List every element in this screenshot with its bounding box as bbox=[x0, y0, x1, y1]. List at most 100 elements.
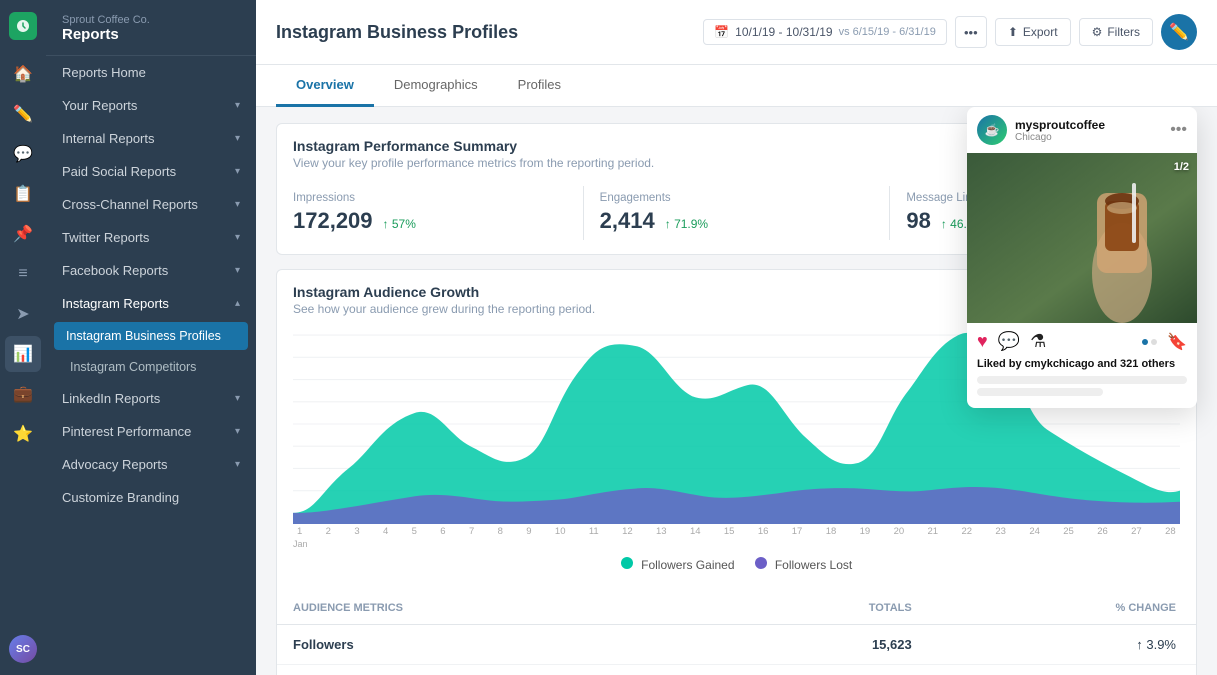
content-area: Instagram Performance Summary View your … bbox=[256, 107, 1217, 675]
audience-growth-subtitle: See how your audience grew during the re… bbox=[293, 302, 595, 316]
main-header: Instagram Business Profiles 📅 10/1/19 - … bbox=[256, 0, 1217, 65]
insta-counter: 1/2 bbox=[1174, 161, 1189, 173]
impressions-value: 172,209 bbox=[293, 208, 373, 234]
caption-line-1 bbox=[977, 376, 1187, 384]
sidebar-sub-item-instagram-competitors[interactable]: Instagram Competitors bbox=[46, 352, 256, 382]
insta-save-icon[interactable]: 🔖 bbox=[1167, 332, 1187, 352]
main-content: Instagram Business Profiles 📅 10/1/19 - … bbox=[256, 0, 1217, 675]
chevron-icon: ▾ bbox=[235, 232, 240, 243]
filters-icon: ⚙ bbox=[1092, 25, 1103, 39]
chevron-up-icon: ▴ bbox=[235, 298, 240, 309]
insta-filter-icon[interactable]: ⚗ bbox=[1030, 331, 1046, 352]
insta-location: Chicago bbox=[1015, 132, 1105, 143]
nav-feed-icon[interactable]: ≡ bbox=[5, 256, 41, 292]
icon-bar: 🏠 ✏️ 💬 📋 📌 ≡ ➤ 📊 💼 ⭐ SC bbox=[0, 0, 46, 675]
nav-inbox-icon[interactable]: 💬 bbox=[5, 136, 41, 172]
date-range-start: 10/1/19 - 10/31/19 bbox=[735, 25, 832, 39]
page-title: Instagram Business Profiles bbox=[276, 22, 518, 43]
engagements-change: ↑ 71.9% bbox=[665, 217, 708, 231]
insta-post-image: 1/2 bbox=[967, 153, 1197, 323]
engagements-value: 2,414 bbox=[600, 208, 655, 234]
row-followers-total: 15,623 bbox=[719, 625, 927, 665]
row-net-follower-growth-label: Net Follower Growth bbox=[277, 665, 719, 675]
sidebar-item-reports-home[interactable]: Reports Home bbox=[46, 56, 256, 89]
date-range-vs: vs 6/15/19 - 6/31/19 bbox=[839, 26, 936, 38]
dot-2 bbox=[1151, 339, 1157, 345]
insta-more-options[interactable]: ••• bbox=[1170, 121, 1187, 139]
table-row: Followers 15,623 ↑ 3.9% bbox=[277, 625, 1196, 665]
sidebar-sub-item-instagram-business-profiles[interactable]: Instagram Business Profiles bbox=[54, 322, 248, 350]
sidebar-item-cross-channel-reports[interactable]: Cross-Channel Reports ▾ bbox=[46, 188, 256, 221]
message-link-clicks-value: 98 bbox=[906, 208, 930, 234]
sidebar-item-twitter-reports[interactable]: Twitter Reports ▾ bbox=[46, 221, 256, 254]
chevron-icon: ▾ bbox=[235, 459, 240, 470]
x-axis-labels: 1234567891011121314151617181920212223242… bbox=[293, 524, 1180, 537]
insta-caption-lines bbox=[967, 376, 1197, 408]
filters-button[interactable]: ⚙ Filters bbox=[1079, 18, 1153, 46]
insta-like-icon[interactable]: ♥ bbox=[977, 331, 988, 352]
nav-briefcase-icon[interactable]: 💼 bbox=[5, 376, 41, 412]
sidebar-item-customize-branding[interactable]: Customize Branding bbox=[46, 481, 256, 514]
chevron-icon: ▾ bbox=[235, 265, 240, 276]
performance-summary-title: Instagram Performance Summary bbox=[293, 138, 654, 154]
chevron-icon: ▾ bbox=[235, 100, 240, 111]
engagements-label: Engagements bbox=[600, 192, 874, 204]
edit-button[interactable]: ✏️ bbox=[1161, 14, 1197, 50]
col-audience-metrics: Audience Metrics bbox=[277, 592, 719, 625]
row-followers-change: ↑ 3.9% bbox=[928, 625, 1196, 665]
row-net-follower-growth-total: 587 bbox=[719, 665, 927, 675]
legend-followers-lost: Followers Lost bbox=[755, 557, 853, 572]
insta-username: mysproutcoffee bbox=[1015, 118, 1105, 132]
caption-line-2 bbox=[977, 388, 1103, 396]
nav-pin-icon[interactable]: 📌 bbox=[5, 216, 41, 252]
sidebar-item-linkedin-reports[interactable]: LinkedIn Reports ▾ bbox=[46, 382, 256, 415]
sidebar-item-your-reports[interactable]: Your Reports ▾ bbox=[46, 89, 256, 122]
chevron-icon: ▾ bbox=[235, 166, 240, 177]
followers-gained-dot bbox=[621, 557, 633, 569]
header-actions: 📅 10/1/19 - 10/31/19 vs 6/15/19 - 6/31/1… bbox=[703, 14, 1197, 50]
audience-metrics-table: Audience Metrics Totals % Change Followe… bbox=[277, 592, 1196, 675]
insta-post-header: ☕ mysproutcoffee Chicago ••• bbox=[967, 107, 1197, 153]
tab-profiles[interactable]: Profiles bbox=[498, 65, 581, 107]
followers-lost-dot bbox=[755, 557, 767, 569]
metric-impressions: Impressions 172,209 ↑ 57% bbox=[277, 186, 584, 240]
export-button[interactable]: ⬆ Export bbox=[995, 18, 1071, 46]
date-range-picker[interactable]: 📅 10/1/19 - 10/31/19 vs 6/15/19 - 6/31/1… bbox=[703, 19, 947, 45]
export-icon: ⬆ bbox=[1008, 25, 1018, 39]
nav-compose-icon[interactable]: ✏️ bbox=[5, 96, 41, 132]
sidebar-item-internal-reports[interactable]: Internal Reports ▾ bbox=[46, 122, 256, 155]
nav-tasks-icon[interactable]: 📋 bbox=[5, 176, 41, 212]
calendar-icon: 📅 bbox=[714, 25, 729, 39]
insta-header-left: ☕ mysproutcoffee Chicago bbox=[977, 115, 1105, 145]
legend-followers-gained: Followers Gained bbox=[621, 557, 735, 572]
metric-engagements: Engagements 2,414 ↑ 71.9% bbox=[584, 186, 891, 240]
sidebar-item-paid-social-reports[interactable]: Paid Social Reports ▾ bbox=[46, 155, 256, 188]
instagram-post-overlay: ☕ mysproutcoffee Chicago ••• bbox=[967, 107, 1197, 408]
app-logo[interactable] bbox=[9, 12, 37, 40]
nav-reports-icon[interactable]: 📊 bbox=[5, 336, 41, 372]
tab-demographics[interactable]: Demographics bbox=[374, 65, 498, 107]
row-net-follower-growth-change: ↑ 37.8% bbox=[928, 665, 1196, 675]
performance-summary-subtitle: View your key profile performance metric… bbox=[293, 156, 654, 170]
sidebar: Sprout Coffee Co. Reports Reports Home Y… bbox=[46, 0, 256, 675]
tab-overview[interactable]: Overview bbox=[276, 65, 374, 107]
nav-home-icon[interactable]: 🏠 bbox=[5, 56, 41, 92]
dot-1 bbox=[1142, 339, 1148, 345]
x-axis-month: Jan bbox=[293, 539, 1180, 549]
sidebar-item-instagram-reports[interactable]: Instagram Reports ▴ bbox=[46, 287, 256, 320]
sidebar-header: Sprout Coffee Co. Reports bbox=[46, 0, 256, 56]
audience-growth-title: Instagram Audience Growth bbox=[293, 284, 595, 300]
nav-star-icon[interactable]: ⭐ bbox=[5, 416, 41, 452]
sidebar-item-pinterest-performance[interactable]: Pinterest Performance ▾ bbox=[46, 415, 256, 448]
insta-actions: ♥ 💬 ⚗ 🔖 bbox=[967, 323, 1197, 356]
nav-send-icon[interactable]: ➤ bbox=[5, 296, 41, 332]
row-followers-label: Followers bbox=[277, 625, 719, 665]
sidebar-item-advocacy-reports[interactable]: Advocacy Reports ▾ bbox=[46, 448, 256, 481]
insta-comment-icon[interactable]: 💬 bbox=[998, 331, 1020, 352]
insta-liked-text: Liked by cmykchicago and 321 others bbox=[967, 356, 1197, 376]
user-avatar[interactable]: SC bbox=[9, 635, 37, 663]
tabs: Overview Demographics Profiles bbox=[256, 65, 1217, 107]
more-options-button[interactable]: ••• bbox=[955, 16, 987, 48]
sidebar-item-facebook-reports[interactable]: Facebook Reports ▾ bbox=[46, 254, 256, 287]
insta-user-info: mysproutcoffee Chicago bbox=[1015, 118, 1105, 143]
